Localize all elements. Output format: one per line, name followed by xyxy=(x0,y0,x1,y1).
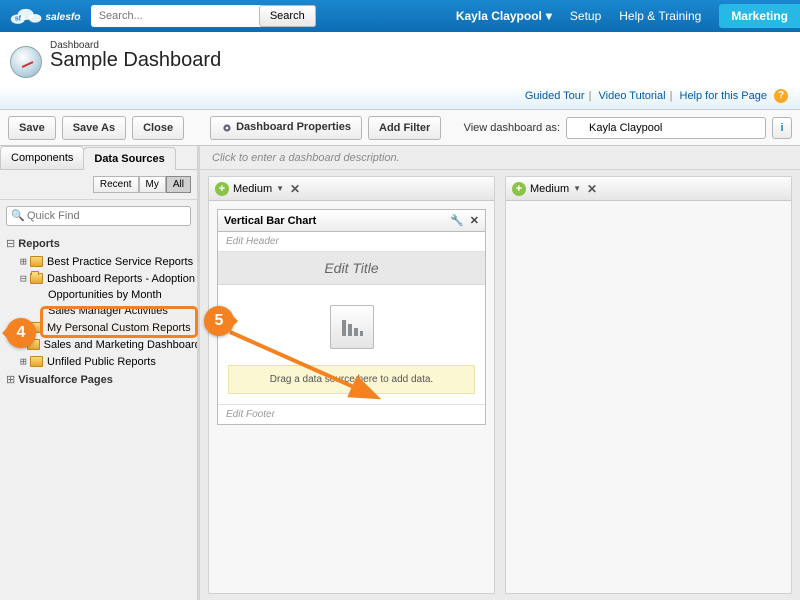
help-icon[interactable]: ? xyxy=(774,89,788,103)
filter-recent[interactable]: Recent xyxy=(93,176,139,193)
search-icon: 🔍 xyxy=(11,209,25,222)
column-remove-button[interactable]: ✕ xyxy=(587,182,597,196)
data-source-tree: Reports ⊞Best Practice Service Reports ⊟… xyxy=(0,232,197,397)
data-drop-zone[interactable]: Drag a data source here to add data. xyxy=(228,365,475,394)
dashboard-canvas: Click to enter a dashboard description. … xyxy=(200,146,800,600)
sidebar: Components Data Sources RecentMyAll 🔍 Re… xyxy=(0,146,200,600)
chart-component[interactable]: Vertical Bar Chart 🔧 ✕ Edit Header Edit … xyxy=(217,209,486,425)
folder-dashboard-reports[interactable]: ⊟Dashboard Reports - Adoption xyxy=(4,270,197,287)
description-bar[interactable]: Click to enter a dashboard description. xyxy=(200,146,800,170)
workspace: Components Data Sources RecentMyAll 🔍 Re… xyxy=(0,146,800,600)
wrench-icon[interactable]: 🔧 xyxy=(450,214,464,227)
step-marker-4: 4 xyxy=(6,318,36,348)
folder-best-practice[interactable]: ⊞Best Practice Service Reports xyxy=(4,253,197,270)
component-type-label: Vertical Bar Chart xyxy=(224,215,316,227)
top-nav-bar: sf salesforce Search Kayla Claypool ▾ Set… xyxy=(0,0,800,32)
gear-icon xyxy=(221,122,233,134)
add-component-button[interactable]: + xyxy=(512,182,526,196)
add-component-button[interactable]: + xyxy=(215,182,229,196)
setup-link[interactable]: Setup xyxy=(570,9,601,23)
edit-title-field[interactable]: Edit Title xyxy=(218,252,485,285)
view-as-input[interactable] xyxy=(566,117,766,139)
user-menu[interactable]: Kayla Claypool ▾ xyxy=(456,9,552,23)
filter-all[interactable]: All xyxy=(166,176,191,193)
app-switcher[interactable]: Marketing xyxy=(719,4,800,28)
action-toolbar: Save Save As Close Dashboard Properties … xyxy=(0,110,800,146)
search-input[interactable] xyxy=(91,10,259,22)
video-tutorial-link[interactable]: Video Tutorial xyxy=(599,90,666,102)
component-remove-button[interactable]: ✕ xyxy=(470,214,479,227)
column-size-menu[interactable]: ▼ xyxy=(276,184,284,193)
dashboard-column-1: + Medium ▼ ✕ Vertical Bar Chart 🔧 ✕ Edit… xyxy=(208,176,495,594)
tab-data-sources[interactable]: Data Sources xyxy=(83,147,175,170)
visualforce-section[interactable]: Visualforce Pages xyxy=(4,370,197,389)
quick-find-input[interactable] xyxy=(6,206,191,226)
save-button[interactable]: Save xyxy=(8,116,56,140)
column-size-menu[interactable]: ▼ xyxy=(573,184,581,193)
tab-components[interactable]: Components xyxy=(0,146,84,169)
reports-section[interactable]: Reports xyxy=(4,234,197,253)
dashboard-properties-button[interactable]: Dashboard Properties xyxy=(210,116,362,140)
svg-text:sf: sf xyxy=(15,16,22,23)
add-filter-button[interactable]: Add Filter xyxy=(368,116,441,140)
info-button[interactable]: i xyxy=(772,117,792,139)
help-page-link[interactable]: Help for this Page xyxy=(680,90,767,102)
save-as-button[interactable]: Save As xyxy=(62,116,126,140)
help-training-link[interactable]: Help & Training xyxy=(619,9,701,23)
column-remove-button[interactable]: ✕ xyxy=(290,182,300,196)
salesforce-logo: sf salesforce xyxy=(10,4,81,28)
svg-text:salesforce: salesforce xyxy=(45,12,80,23)
close-button[interactable]: Close xyxy=(132,116,184,140)
dashboard-icon xyxy=(10,46,42,78)
guided-tour-link[interactable]: Guided Tour xyxy=(525,90,585,102)
column-size-label: Medium xyxy=(530,183,569,195)
filter-my[interactable]: My xyxy=(139,176,166,193)
dashboard-column-2: + Medium ▼ ✕ xyxy=(505,176,792,594)
user-name: Kayla Claypool xyxy=(456,9,542,23)
vertical-bar-chart-icon[interactable] xyxy=(330,305,374,349)
search-button[interactable]: Search xyxy=(259,5,316,27)
folder-unfiled-public[interactable]: ⊞Unfiled Public Reports xyxy=(4,353,197,370)
chevron-down-icon: ▾ xyxy=(546,9,552,23)
view-as-label: View dashboard as: xyxy=(464,122,560,134)
edit-footer-field[interactable]: Edit Footer xyxy=(218,404,485,424)
page-header: Dashboard Sample Dashboard Guided Tour| … xyxy=(0,32,800,110)
report-sales-manager-activities[interactable]: Sales Manager Activities xyxy=(4,303,197,319)
help-links: Guided Tour| Video Tutorial| Help for th… xyxy=(525,89,788,103)
column-size-label: Medium xyxy=(233,183,272,195)
edit-header-field[interactable]: Edit Header xyxy=(218,232,485,252)
page-title: Sample Dashboard xyxy=(50,49,221,72)
global-search: Search xyxy=(91,5,316,27)
step-marker-5: 5 xyxy=(204,306,234,336)
report-opportunities-by-month[interactable]: Opportunities by Month xyxy=(4,287,197,303)
